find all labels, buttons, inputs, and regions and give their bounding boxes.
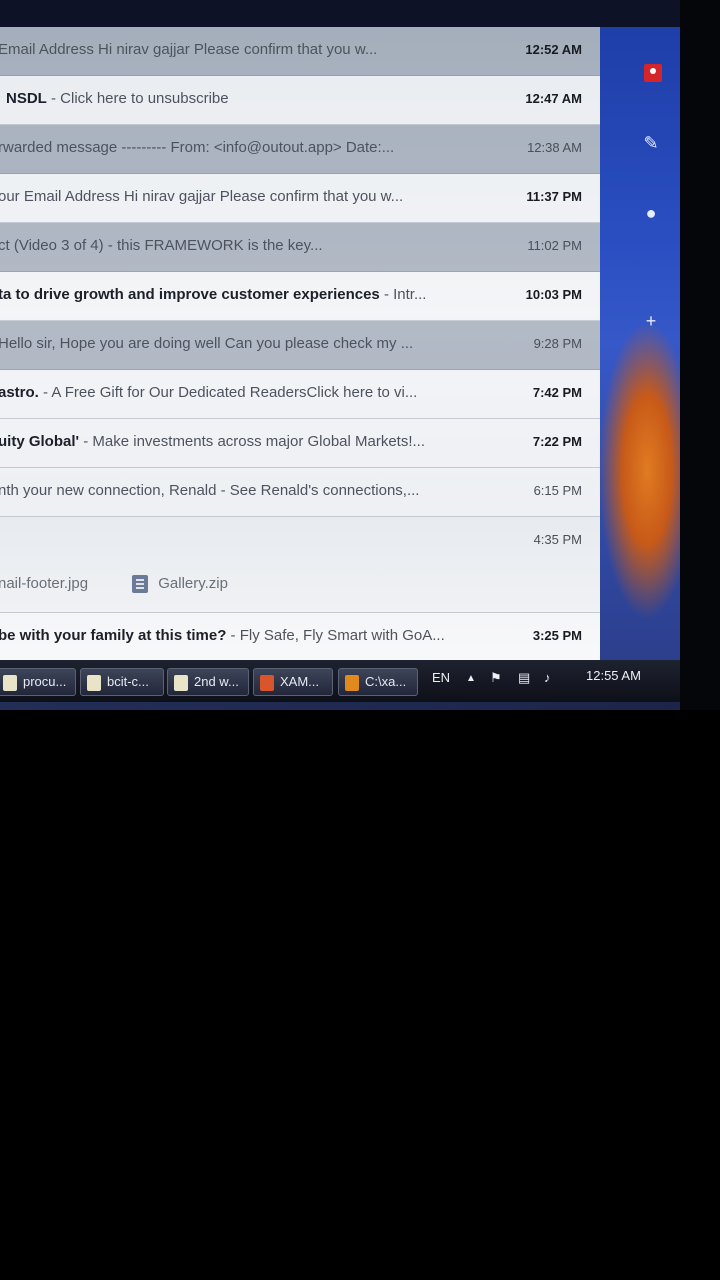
plus-icon[interactable]: +: [640, 310, 662, 332]
email-snippet: nth your new connection, Renald - See Re…: [0, 482, 420, 499]
flag-icon[interactable]: ⚑: [490, 670, 502, 686]
email-time: 7:42 PM: [532, 385, 582, 400]
email-row[interactable]: NSDL - Click here to unsubscribe 12:47 A…: [0, 76, 600, 125]
taskbar-clock[interactable]: 12:55 AM: [586, 668, 641, 683]
taskbar: procu... bcit-c... 2nd w... XAM... C:\xa…: [0, 660, 680, 702]
email-time: 7:22 PM: [532, 434, 582, 449]
taskbar-item-2nd[interactable]: 2nd w...: [167, 668, 249, 696]
volume-icon[interactable]: ♪: [544, 670, 551, 685]
email-time: 10:03 PM: [525, 287, 582, 302]
email-row[interactable]: ct (Video 3 of 4) - this FRAMEWORK is th…: [0, 223, 600, 272]
language-indicator[interactable]: EN: [432, 670, 450, 685]
document-icon: [87, 674, 101, 691]
clipboard-icon[interactable]: ▤: [518, 670, 530, 686]
email-snippet: - Fly Safe, Fly Smart with GoA...: [226, 627, 445, 644]
email-snippet: - Make investments across major Global M…: [79, 433, 426, 450]
email-time: 11:37 PM: [526, 189, 582, 204]
taskbar-item-cmd[interactable]: C:\xa...: [338, 668, 418, 696]
email-subject: NSDL: [6, 90, 47, 107]
email-time: 6:15 PM: [533, 483, 582, 498]
terminal-icon: [345, 674, 359, 691]
email-time: 9:28 PM: [533, 336, 582, 351]
bezel: [680, 0, 720, 710]
email-subject: uity Global': [0, 433, 80, 450]
email-snippet: - A Free Gift for Our Dedicated ReadersC…: [38, 384, 418, 401]
email-row[interactable]: rwarded message --------- From: <info@ou…: [0, 125, 600, 174]
email-subject: astro.: [0, 384, 39, 401]
email-snippet: Email Address Hi nirav gajjar Please con…: [0, 41, 378, 58]
email-row[interactable]: nth your new connection, Renald - See Re…: [0, 468, 600, 517]
zip-file-icon: [132, 575, 149, 594]
email-time: 3:25 PM: [532, 628, 582, 643]
pencil-icon[interactable]: ✎: [640, 132, 662, 154]
email-time: 12:47 AM: [525, 91, 582, 106]
document-icon: [3, 674, 17, 691]
person-icon[interactable]: ●: [640, 202, 662, 224]
email-subject: ta to drive growth and improve customer …: [0, 286, 380, 303]
email-row[interactable]: uity Global' - Make investments across m…: [0, 419, 600, 468]
email-time: 12:38 AM: [527, 140, 582, 155]
notification-badge-icon[interactable]: [644, 64, 662, 82]
taskbar-item-xampp[interactable]: XAM...: [253, 668, 333, 696]
email-time: 11:02 PM: [527, 238, 582, 253]
email-row[interactable]: Email Address Hi nirav gajjar Please con…: [0, 27, 600, 76]
wallpaper-decoration: [598, 320, 680, 620]
email-list: Email Address Hi nirav gajjar Please con…: [0, 27, 600, 660]
email-time: 12:52 AM: [525, 42, 582, 57]
email-snippet: rwarded message --------- From: <info@ou…: [0, 139, 395, 156]
attachment-zip[interactable]: Gallery.zip: [158, 575, 228, 592]
top-strip: [0, 0, 720, 28]
email-row[interactable]: our Email Address Hi nirav gajjar Please…: [0, 174, 600, 223]
taskbar-item-procu[interactable]: procu...: [0, 668, 76, 696]
document-icon: [174, 674, 188, 691]
email-row[interactable]: 4:35 PM nail-footer.jpg Gallery.zip: [0, 517, 600, 613]
xampp-icon: [260, 674, 274, 691]
email-subject: be with your family at this time?: [0, 627, 227, 644]
email-row[interactable]: be with your family at this time? - Fly …: [0, 613, 600, 660]
email-snippet: - Click here to unsubscribe: [46, 90, 229, 107]
email-snippet: Hello sir, Hope you are doing well Can y…: [0, 335, 414, 352]
email-row[interactable]: astro. - A Free Gift for Our Dedicated R…: [0, 370, 600, 419]
email-time: 4:35 PM: [533, 532, 582, 547]
taskbar-item-bcit[interactable]: bcit-c...: [80, 668, 164, 696]
attachment-jpg[interactable]: nail-footer.jpg: [0, 575, 88, 592]
show-hidden-icons-icon[interactable]: ▲: [466, 673, 476, 684]
screen: Email Address Hi nirav gajjar Please con…: [0, 0, 720, 710]
email-snippet: ct (Video 3 of 4) - this FRAMEWORK is th…: [0, 237, 323, 254]
email-snippet: - Intr...: [379, 286, 427, 303]
email-snippet: our Email Address Hi nirav gajjar Please…: [0, 188, 404, 205]
email-row[interactable]: Hello sir, Hope you are doing well Can y…: [0, 321, 600, 370]
email-row[interactable]: ta to drive growth and improve customer …: [0, 272, 600, 321]
